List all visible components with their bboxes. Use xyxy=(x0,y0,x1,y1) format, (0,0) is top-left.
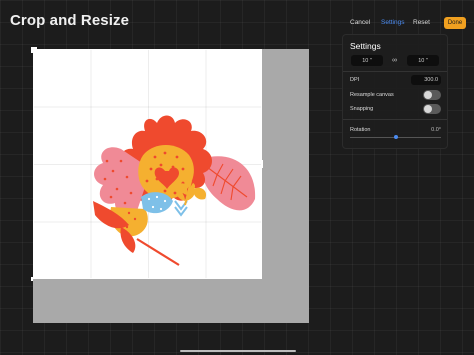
link-icon[interactable]: ∞ xyxy=(389,57,400,64)
snapping-toggle[interactable] xyxy=(423,104,441,114)
settings-title: Settings xyxy=(350,41,381,51)
toggle-knob xyxy=(424,105,432,113)
flower-stem xyxy=(136,238,180,266)
rotation-value: 0.0° xyxy=(431,127,441,133)
done-button[interactable]: Done xyxy=(444,17,466,29)
artwork-canvas[interactable] xyxy=(33,49,262,279)
height-field[interactable]: 10 " xyxy=(407,55,439,66)
flower-illustration xyxy=(93,115,256,266)
dpi-label: DPI xyxy=(350,77,360,83)
snapping-label: Snapping xyxy=(350,106,374,112)
reset-button[interactable]: Reset xyxy=(413,19,430,26)
panel-divider xyxy=(343,71,447,72)
home-indicator xyxy=(180,350,296,352)
rotation-label: Rotation xyxy=(350,127,371,133)
yellow-bud xyxy=(193,187,207,200)
dpi-field[interactable]: 300.0 xyxy=(411,75,441,85)
toggle-knob xyxy=(424,91,432,99)
rotation-slider-knob[interactable] xyxy=(393,135,398,139)
panel-divider xyxy=(343,119,447,120)
width-field[interactable]: 10 " xyxy=(351,55,383,66)
crop-handle-top-left-v[interactable] xyxy=(31,47,33,53)
crop-handle-right-mid[interactable] xyxy=(261,160,263,168)
resample-label: Resample canvas xyxy=(350,92,394,98)
crop-handle-bottom-left[interactable] xyxy=(31,277,33,281)
settings-panel: Settings 10 " ∞ 10 " DPI 300.0 Resample … xyxy=(342,34,448,149)
resample-toggle[interactable] xyxy=(423,90,441,100)
page-title: Crop and Resize xyxy=(10,12,130,29)
cancel-button[interactable]: Cancel xyxy=(350,19,370,26)
settings-button[interactable]: Settings xyxy=(381,19,405,26)
top-toolbar: Cancel Settings Reset xyxy=(348,19,438,31)
